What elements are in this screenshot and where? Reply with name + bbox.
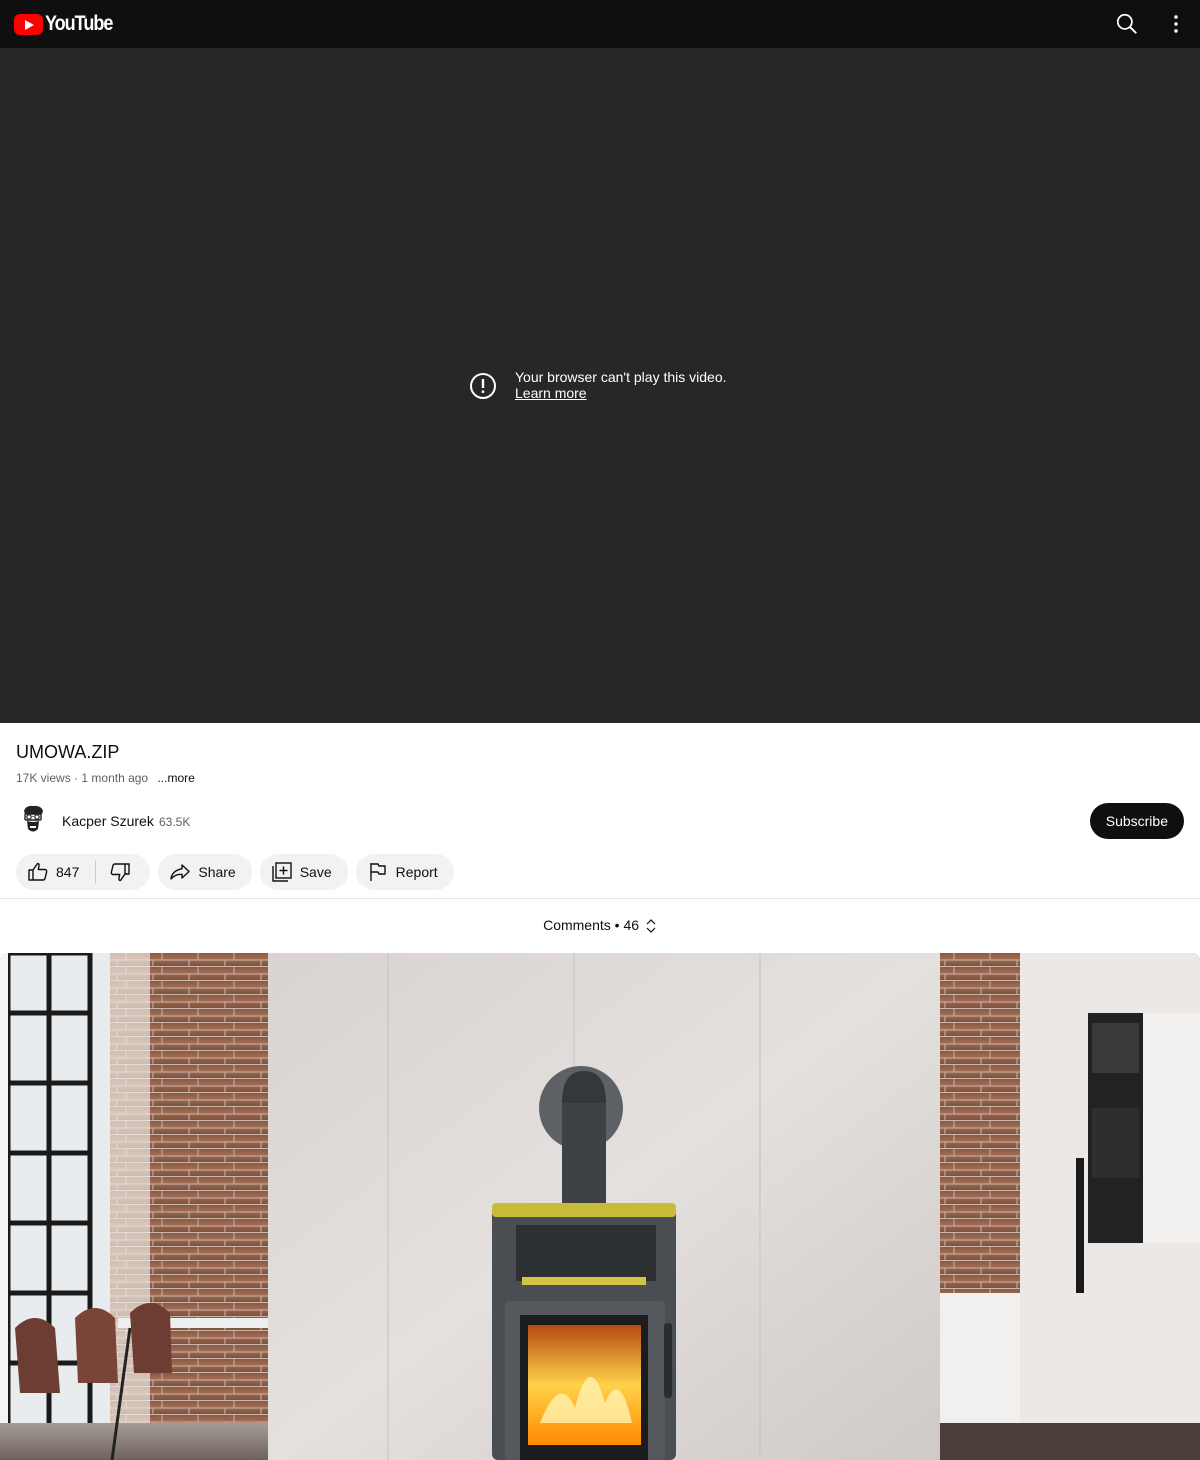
view-count: 17K views: [16, 771, 71, 785]
ad-image[interactable]: [0, 953, 1200, 1460]
playlist-add-icon: [272, 862, 292, 882]
channel-row: Kacper Szurek 63.5K Subscribe: [16, 802, 1184, 840]
comments-label: Comments: [543, 917, 611, 933]
share-button[interactable]: Share: [158, 854, 252, 890]
comments-header[interactable]: Comments • 46: [0, 917, 1200, 934]
section-divider: [0, 898, 1200, 899]
channel-name[interactable]: Kacper Szurek: [62, 813, 154, 829]
search-icon[interactable]: [1114, 11, 1140, 37]
share-label: Share: [198, 864, 236, 880]
video-player[interactable]: Your browser can't play this video. Lear…: [0, 48, 1200, 723]
error-icon: [470, 373, 496, 399]
youtube-play-logo-icon: [14, 13, 43, 35]
share-icon: [170, 864, 191, 880]
expand-icon: [646, 919, 656, 934]
thumb-up-icon: [28, 862, 48, 881]
video-meta[interactable]: 17K views · 1 month ago ...more: [16, 771, 195, 785]
upload-age: 1 month ago: [81, 771, 149, 785]
report-label: Report: [395, 864, 438, 880]
save-button[interactable]: Save: [259, 854, 348, 890]
subscriber-count: 63.5K: [159, 815, 191, 829]
subscribe-button[interactable]: Subscribe: [1089, 803, 1184, 839]
description-more-link[interactable]: ...more: [157, 771, 194, 785]
dislike-button[interactable]: [96, 854, 150, 890]
thumb-down-icon: [110, 863, 131, 882]
more-vert-icon[interactable]: [1163, 11, 1189, 37]
player-error-message: Your browser can't play this video. Lear…: [515, 369, 727, 401]
save-label: Save: [299, 864, 332, 880]
like-count: 847: [56, 864, 80, 880]
like-button[interactable]: 847: [16, 854, 95, 890]
comments-count: 46: [623, 917, 640, 933]
top-app-bar: YouTube: [0, 0, 1200, 48]
comments-bullet: •: [614, 917, 620, 933]
action-bar: 847 Share Save Report: [16, 854, 454, 890]
channel-avatar[interactable]: [16, 802, 50, 836]
logo-text: YouTube: [45, 12, 113, 35]
like-dislike-group: 847: [16, 854, 151, 890]
learn-more-link[interactable]: Learn more: [515, 385, 587, 401]
error-text: Your browser can't play this video.: [515, 369, 727, 385]
meta-separator: ·: [74, 771, 79, 785]
report-button[interactable]: Report: [355, 854, 454, 890]
youtube-logo[interactable]: YouTube: [14, 12, 123, 36]
video-title: UMOWA.ZIP: [16, 742, 120, 762]
flag-icon: [369, 863, 386, 881]
